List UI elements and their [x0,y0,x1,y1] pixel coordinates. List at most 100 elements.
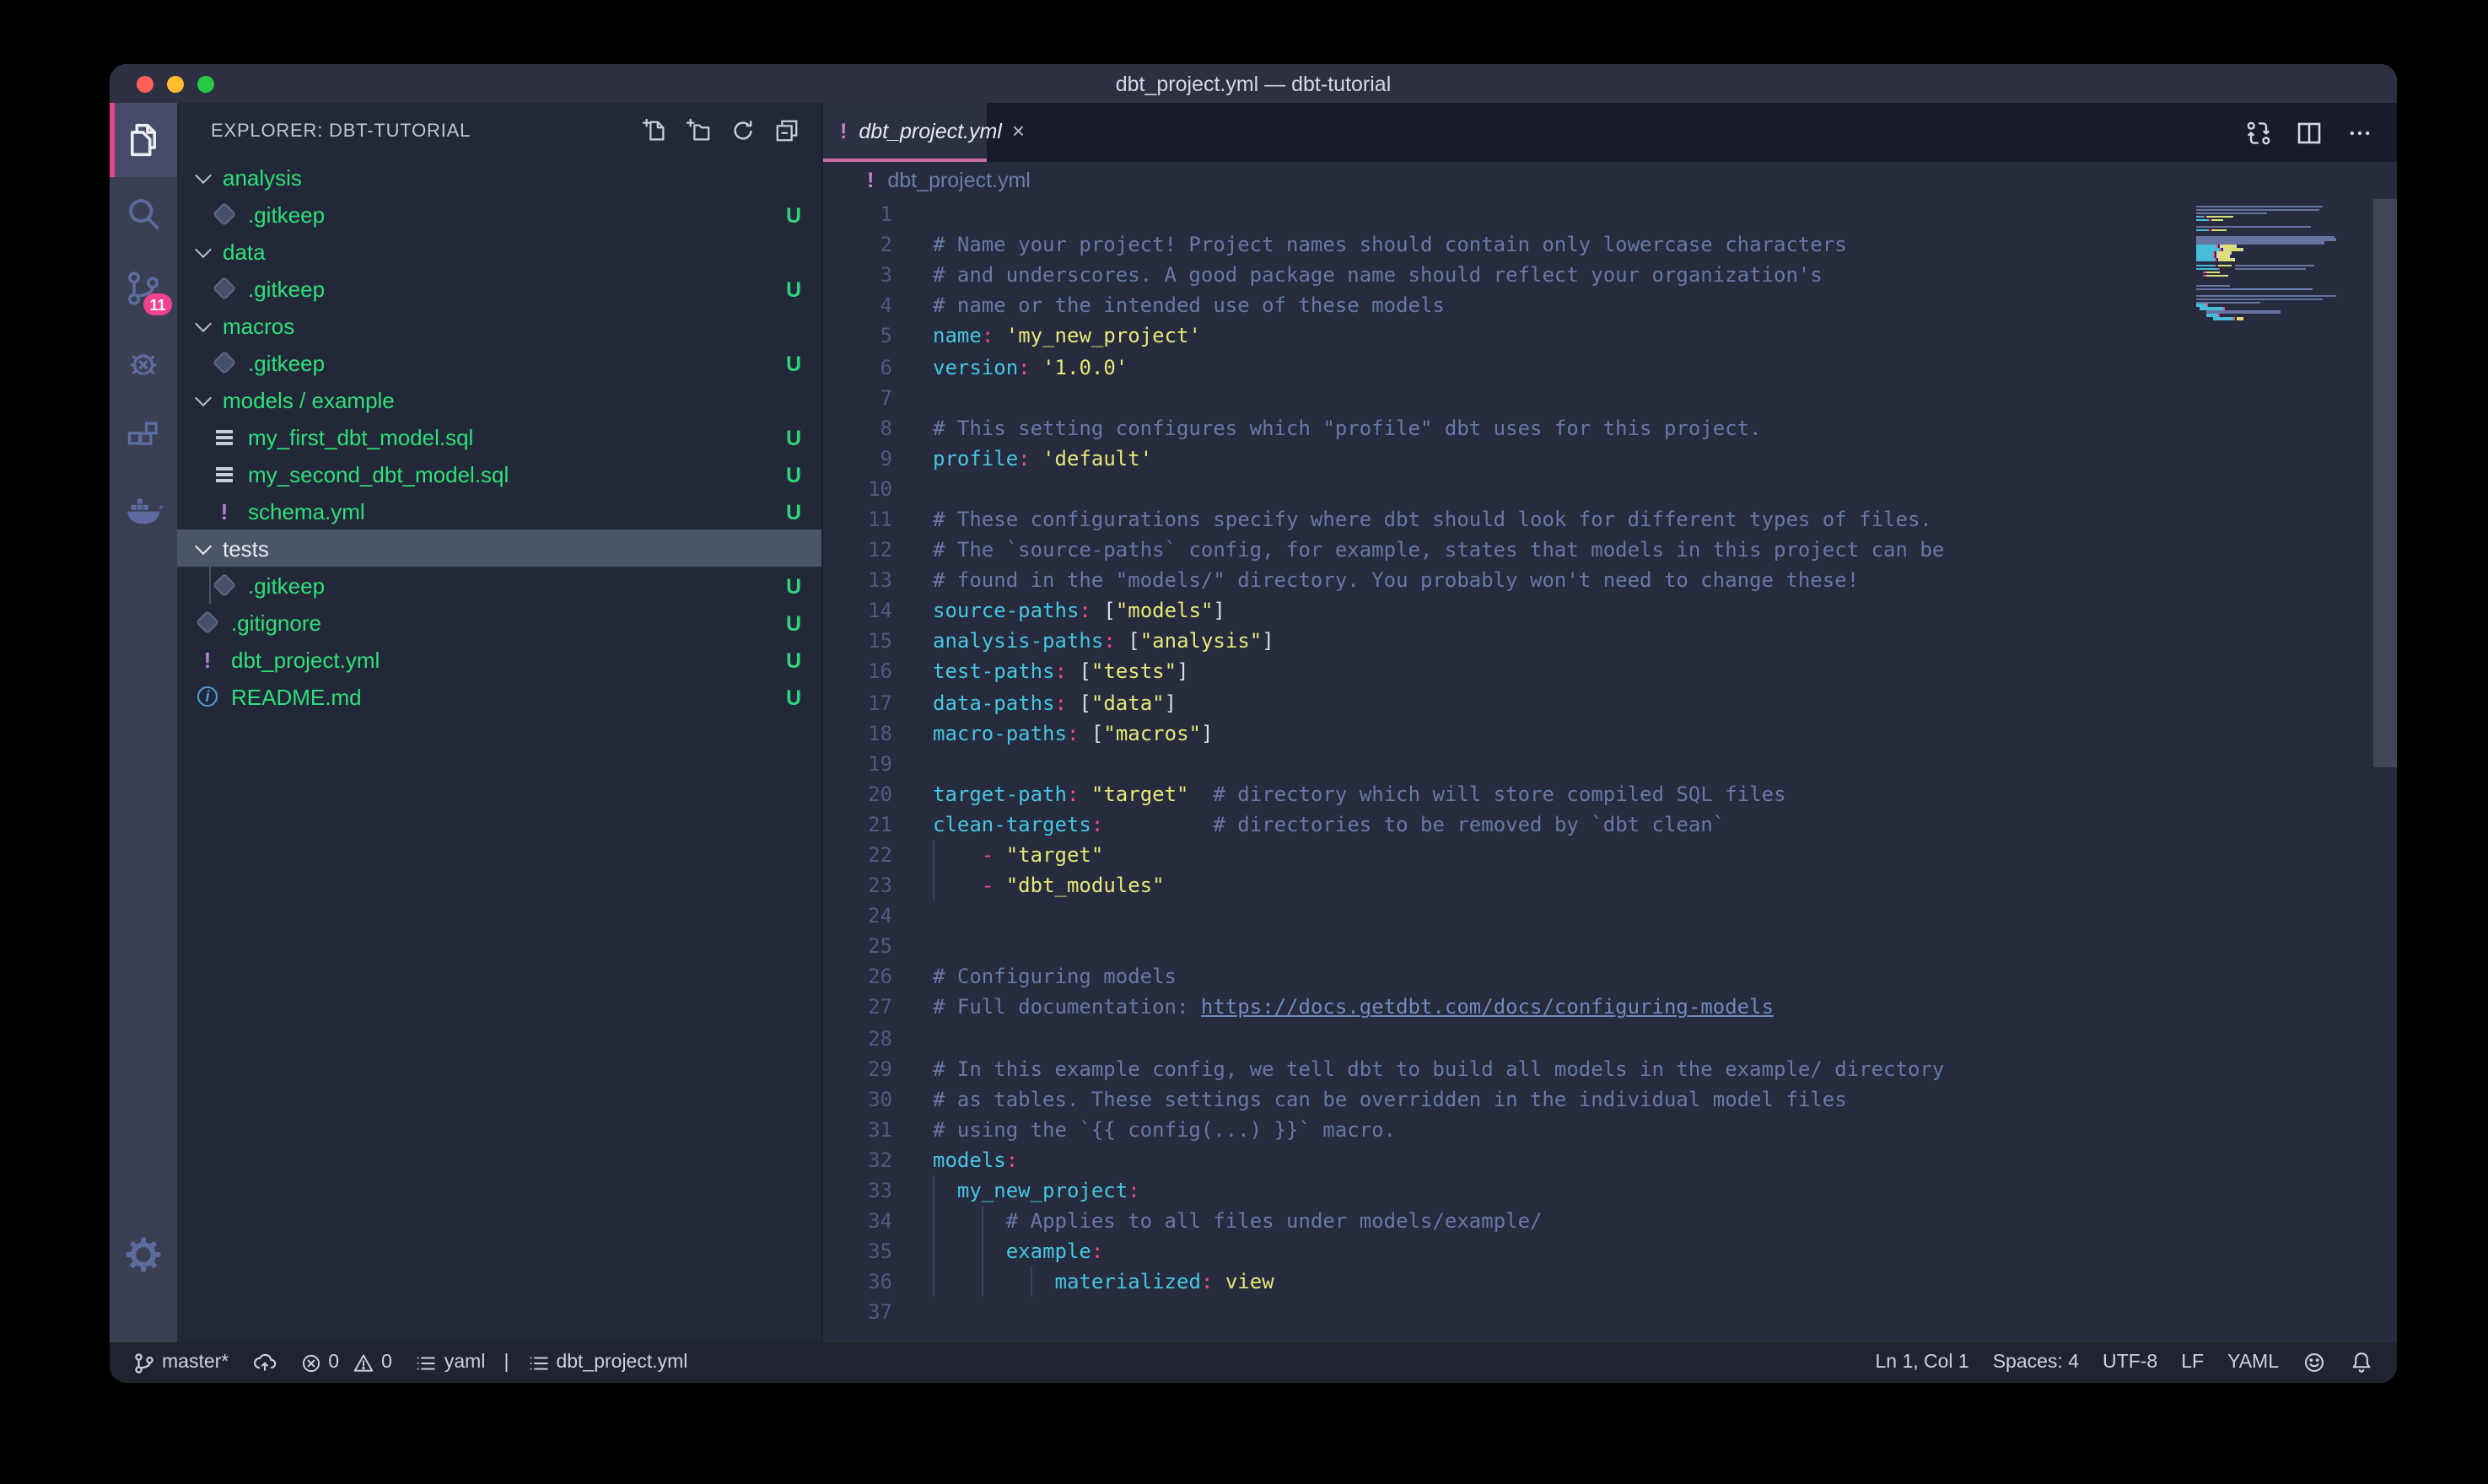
code-line-4[interactable]: 4# name or the intended use of these mod… [823,291,2178,321]
code-line-10[interactable]: 10 [823,474,2178,504]
feedback-button[interactable] [2296,1342,2333,1383]
activity-explorer[interactable] [110,103,177,177]
code-line-26[interactable]: 26# Configuring models [823,962,2178,992]
tree-folder-tests[interactable]: tests [177,530,821,567]
code-line-33[interactable]: 33 my_new_project: [823,1175,2178,1206]
language-mode[interactable]: YAML [2221,1342,2286,1383]
code-line-34[interactable]: 34 # Applies to all files under models/e… [823,1206,2178,1236]
line-number: 28 [823,1026,892,1050]
new-folder-button[interactable] [683,116,714,146]
tree-item-label: tests [223,535,801,561]
tree-file--gitkeep[interactable]: .gitkeepU [177,270,821,307]
line-number: 27 [823,996,892,1019]
open-changes-button[interactable] [2245,119,2272,146]
refresh-explorer-button[interactable] [727,116,757,146]
code-line-17[interactable]: 17data-paths: ["data"] [823,687,2178,718]
collapse-folders-button[interactable] [771,116,801,146]
linter-yaml-status[interactable]: yaml [409,1342,493,1383]
cursor-position[interactable]: Ln 1, Col 1 [1868,1342,1975,1383]
new-file-button[interactable] [639,116,670,146]
problems-status[interactable]: 0 0 [293,1342,399,1383]
code-line-30[interactable]: 30# as tables. These settings can be ove… [823,1083,2178,1114]
minimap[interactable] [2183,199,2372,1342]
code-line-23[interactable]: 23 - "dbt_modules" [823,870,2178,901]
tree-file--gitkeep[interactable]: .gitkeepU [177,567,821,604]
minimap-line [2196,216,2233,218]
sync-changes-button[interactable] [245,1342,283,1383]
code-line-19[interactable]: 19 [823,748,2178,778]
code-line-21[interactable]: 21clean-targets: # directories to be rem… [823,809,2178,840]
code-line-32[interactable]: 32models: [823,1145,2178,1175]
eol-setting[interactable]: LF [2174,1342,2211,1383]
breadcrumb-file[interactable]: dbt_project.yml [887,169,1031,192]
more-actions-button[interactable] [2346,119,2373,146]
code-line-13[interactable]: 13# found in the "models/" directory. Yo… [823,565,2178,595]
code-line-2[interactable]: 2# Name your project! Project names shou… [823,229,2178,260]
code-line-6[interactable]: 6version: '1.0.0' [823,352,2178,382]
code-line-24[interactable]: 24 [823,901,2178,931]
code-line-15[interactable]: 15analysis-paths: ["analysis"] [823,626,2178,657]
code-line-14[interactable]: 14source-paths: ["models"] [823,595,2178,626]
code-line-16[interactable]: 16test-paths: ["tests"] [823,657,2178,687]
editor-scrollbar[interactable] [2373,199,2397,767]
tree-file-my-second-dbt-model-sql[interactable]: my_second_dbt_model.sqlU [177,455,821,492]
tree-item-label: schema.yml [248,498,786,524]
tree-file--gitkeep[interactable]: .gitkeepU [177,344,821,381]
code-line-37[interactable]: 37 [823,1298,2178,1328]
tree-folder-macros[interactable]: macros [177,307,821,344]
activity-source-control[interactable]: 11 [110,251,177,325]
tree-file-schema-yml[interactable]: !schema.ymlU [177,492,821,530]
close-tab-icon[interactable]: × [1012,118,1025,143]
code-line-18[interactable]: 18macro-paths: ["macros"] [823,718,2178,748]
settings-button[interactable] [110,1224,177,1292]
editor-pane[interactable]: 12# Name your project! Project names sho… [823,199,2397,1342]
tree-file--gitkeep[interactable]: .gitkeepU [177,196,821,233]
code-line-22[interactable]: 22 - "target" [823,840,2178,870]
activity-search[interactable] [110,177,177,251]
sql-file-icon [211,460,238,487]
code-line-27[interactable]: 27# Full documentation: https://docs.get… [823,992,2178,1023]
activity-run-debug[interactable] [110,325,177,400]
code-line-35[interactable]: 35 example: [823,1236,2178,1266]
tree-file--gitignore[interactable]: .gitignoreU [177,604,821,641]
tree-file-my-first-dbt-model-sql[interactable]: my_first_dbt_model.sqlU [177,418,821,455]
code-line-1[interactable]: 1 [823,199,2178,229]
encoding-setting[interactable]: UTF-8 [2096,1342,2164,1383]
code-line-12[interactable]: 12# The `source-paths` config, for examp… [823,535,2178,565]
tree-item-label: dbt_project.yml [231,647,786,672]
code-line-29[interactable]: 29# In this example config, we tell dbt … [823,1053,2178,1083]
activity-docker[interactable] [110,474,177,548]
tree-folder-data[interactable]: data [177,233,821,270]
code-line-7[interactable]: 7 [823,382,2178,412]
code-line-36[interactable]: 36 materialized: view [823,1267,2178,1298]
breadcrumb[interactable]: ! dbt_project.yml [823,162,2397,199]
tree-folder-models-example[interactable]: models / example [177,381,821,418]
tree-folder-analysis[interactable]: analysis [177,159,821,196]
split-editor-button[interactable] [2296,119,2323,146]
linter-file-status[interactable]: dbt_project.yml [520,1342,694,1383]
activity-extensions[interactable] [110,400,177,474]
code-line-28[interactable]: 28 [823,1023,2178,1053]
yaml-warning-icon: ! [211,497,238,524]
code-area[interactable]: 12# Name your project! Project names sho… [823,199,2178,1328]
documentation-link[interactable]: https://docs.getdbt.com/docs/configuring… [1201,996,1774,1019]
tree-file-dbt-project-yml[interactable]: !dbt_project.ymlU [177,641,821,678]
tree-file-readme-md[interactable]: iREADME.mdU [177,678,821,715]
code-line-9[interactable]: 9profile: 'default' [823,444,2178,474]
code-line-11[interactable]: 11# These configurations specify where d… [823,504,2178,535]
line-number: 6 [823,355,892,379]
git-branch-status[interactable]: master* [127,1342,235,1383]
notifications-button[interactable] [2343,1342,2380,1383]
code-line-31[interactable]: 31# using the `{{ config(...) }}` macro. [823,1115,2178,1145]
search-icon [125,196,162,233]
code-line-25[interactable]: 25 [823,932,2178,962]
indentation-setting[interactable]: Spaces: 4 [1986,1342,2086,1383]
tab-dbt-project-yml[interactable]: ! dbt_project.yml × [823,103,987,162]
code-line-8[interactable]: 8# This setting configures which "profil… [823,412,2178,443]
minimap-line [2196,235,2335,238]
code-line-5[interactable]: 5name: 'my_new_project' [823,321,2178,352]
git-file-icon [211,275,238,302]
git-untracked-badge: U [786,276,801,301]
code-line-20[interactable]: 20target-path: "target" # directory whic… [823,779,2178,809]
code-line-3[interactable]: 3# and underscores. A good package name … [823,260,2178,290]
